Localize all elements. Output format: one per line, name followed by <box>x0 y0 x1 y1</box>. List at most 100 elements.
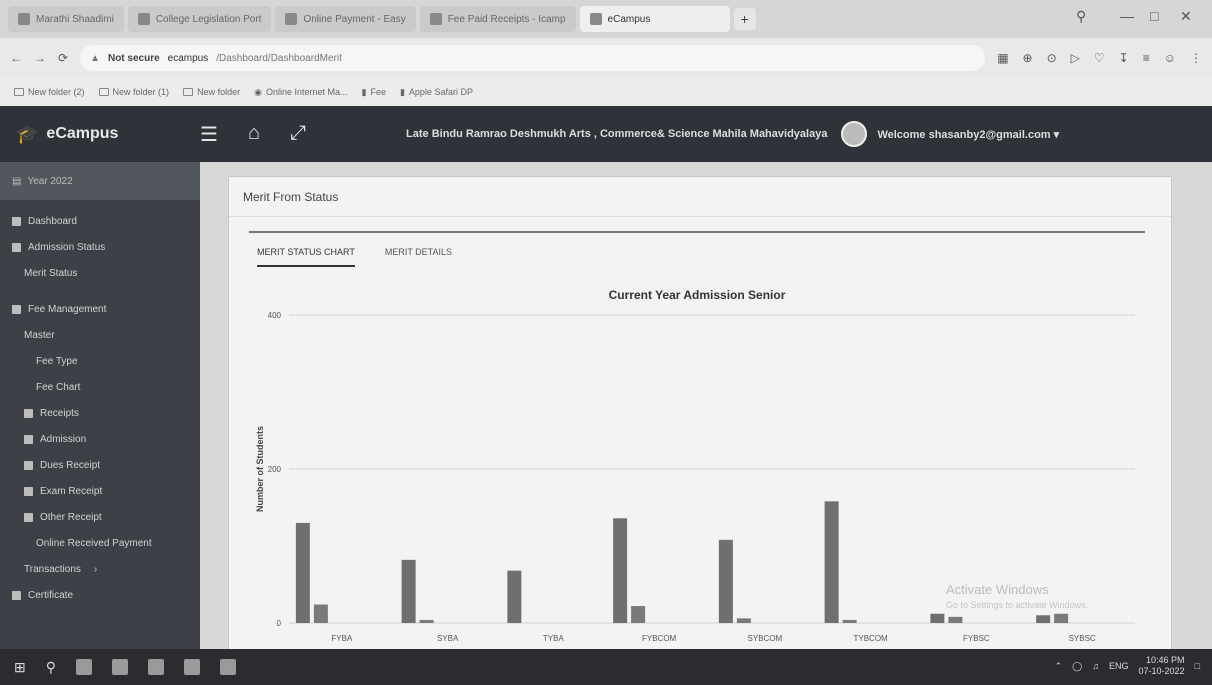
brand-name: eCampus <box>46 125 119 142</box>
chevron-up-icon[interactable]: ⌃ <box>1055 661 1063 672</box>
browser-tab[interactable]: College Legislation Port <box>127 6 272 32</box>
play-icon[interactable]: ▷ <box>1071 51 1080 65</box>
tab-favicon-icon <box>137 13 150 25</box>
chart-bar <box>930 613 945 623</box>
fullscreen-icon[interactable]: ⤢ <box>290 122 306 147</box>
brand-logo[interactable]: 🎓 eCampus <box>0 124 200 145</box>
menu-icon[interactable]: ⋮ <box>1190 51 1202 65</box>
sidebar-item-receipts[interactable]: Receipts <box>0 400 200 426</box>
app-icon[interactable] <box>220 659 236 675</box>
sidebar-item-dashboard[interactable]: Dashboard <box>0 208 200 234</box>
browser-tab-strip: Marathi Shaadimi College Legislation Por… <box>0 0 1212 38</box>
tab-merit-details[interactable]: MERIT DETAILS <box>385 247 452 267</box>
extension-icon[interactable]: ⊙ <box>1047 51 1057 65</box>
bookmark-item[interactable]: ◉ Online Internet Ma... <box>254 87 347 98</box>
language-indicator[interactable]: ENG <box>1109 661 1129 671</box>
chart-bar <box>401 559 416 623</box>
windows-start-icon[interactable]: ⊞ <box>14 659 26 676</box>
bookmark-item[interactable]: New folder (2) <box>14 87 85 97</box>
exam-icon <box>24 486 33 496</box>
reader-icon[interactable]: ▦ <box>997 51 1008 65</box>
folder-icon <box>14 88 24 96</box>
sidebar-item-admission-status[interactable]: Admission Status <box>0 234 200 260</box>
x-tick-label: SYBA <box>437 634 459 643</box>
url-field[interactable]: ▲ Not secure ecampus /Dashboard/Dashboar… <box>80 45 986 71</box>
browser-tab[interactable]: Marathi Shaadimi <box>8 6 124 32</box>
sidebar-item-other-receipt[interactable]: Other Receipt <box>0 504 200 530</box>
chart-title: Current Year Admission Senior <box>609 288 786 302</box>
volume-icon[interactable]: ♫ <box>1092 661 1099 671</box>
search-icon[interactable]: ⚲ <box>46 659 56 676</box>
y-tick-label: 200 <box>268 465 282 474</box>
bookmark-item[interactable]: ▮ Fee <box>362 87 386 98</box>
sidebar-item-transactions[interactable]: Transactions › <box>0 556 200 582</box>
notification-icon[interactable]: □ <box>1195 661 1200 671</box>
forward-icon[interactable]: → <box>34 51 46 65</box>
bookmarks-bar: New folder (2) New folder (1) New folder… <box>0 78 1212 106</box>
zoom-icon[interactable]: ⊕ <box>1023 51 1033 65</box>
app-icon[interactable] <box>184 659 200 675</box>
back-icon[interactable]: ← <box>10 51 22 65</box>
clock[interactable]: 10:46 PM 07-10-2022 <box>1139 655 1185 677</box>
fee-icon <box>12 304 21 314</box>
profile-icon[interactable]: ☺ <box>1164 51 1176 65</box>
sidebar-item-master[interactable]: Master <box>0 322 200 348</box>
x-tick-label: FYBCOM <box>642 634 677 643</box>
bookmark-item[interactable]: ▮ Apple Safari DP <box>400 87 473 98</box>
app-icon[interactable] <box>148 659 164 675</box>
y-tick-label: 400 <box>268 311 282 320</box>
network-icon[interactable]: ◯ <box>1072 661 1082 672</box>
x-tick-label: TYBCOM <box>854 634 889 643</box>
tab-merit-status-chart[interactable]: MERIT STATUS CHART <box>257 247 355 267</box>
taskbar: ⊞ ⚲ ⌃ ◯ ♫ ENG 10:46 PM 07-10-2022 □ <box>0 649 1212 685</box>
close-icon[interactable]: ✕ <box>1180 8 1192 25</box>
sidebar-item-merit-status[interactable]: Merit Status <box>0 260 200 286</box>
maximize-icon[interactable]: □ <box>1150 8 1158 24</box>
other-receipt-icon <box>24 512 33 522</box>
sidebar-item-dues-receipt[interactable]: Dues Receipt <box>0 452 200 478</box>
folder-icon <box>183 88 194 96</box>
minimize-icon[interactable]: — <box>1120 8 1134 24</box>
warning-icon: ▲ <box>90 52 100 64</box>
year-selector[interactable]: ▤ Year 2022 <box>0 162 200 200</box>
sidebar-item-fee-management[interactable]: Fee Management <box>0 296 200 322</box>
edge-icon[interactable] <box>76 659 92 675</box>
sidebar-item-fee-chart[interactable]: Fee Chart <box>0 374 200 400</box>
browser-tab-active[interactable]: eCampus <box>579 6 730 32</box>
mail-icon[interactable] <box>112 659 128 675</box>
sidebar-item-fee-type[interactable]: Fee Type <box>0 348 200 374</box>
new-tab-button[interactable]: + <box>733 8 756 30</box>
x-tick-label: TYBA <box>543 634 565 643</box>
y-axis-label: Number of Students <box>255 426 265 512</box>
tab-favicon-icon <box>18 13 30 25</box>
collections-icon[interactable]: ≡ <box>1143 51 1150 65</box>
chart-bar <box>419 619 434 623</box>
sidebar-item-online-received-payment[interactable]: Online Received Payment <box>0 530 200 556</box>
download-icon[interactable]: ↧ <box>1119 51 1129 65</box>
chart-bar <box>824 501 839 623</box>
browser-tab[interactable]: Online Payment - Easy <box>275 6 416 32</box>
url-path: /Dashboard/DashboardMerit <box>216 52 342 64</box>
chart-bar <box>718 539 733 623</box>
chart-bar <box>736 618 751 623</box>
avatar[interactable] <box>841 121 868 147</box>
hamburger-menu-icon[interactable]: ☰ <box>200 122 218 147</box>
browser-tab[interactable]: Fee Paid Receipts - Icamp <box>419 6 576 32</box>
search-icon[interactable]: ⚲ <box>1076 8 1086 25</box>
bookmark-icon: ▮ <box>399 86 405 97</box>
sidebar-item-admission[interactable]: Admission <box>0 426 200 452</box>
reload-icon[interactable]: ⟳ <box>58 51 68 65</box>
home-icon[interactable]: ⌂ <box>248 122 260 147</box>
bookmark-item[interactable]: New folder <box>183 87 240 97</box>
favorite-icon[interactable]: ♡ <box>1094 51 1105 65</box>
sidebar-item-exam-receipt[interactable]: Exam Receipt <box>0 478 200 504</box>
bookmark-item[interactable]: New folder (1) <box>98 87 169 97</box>
chart-bar <box>948 616 963 623</box>
user-menu[interactable]: Welcome shasanby2@gmail.com ▾ <box>877 128 1059 141</box>
sidebar-item-certificate[interactable]: Certificate <box>0 582 200 608</box>
chart-bar <box>295 522 310 623</box>
chart-bar <box>313 604 328 623</box>
clock-time: 10:46 PM <box>1146 655 1185 665</box>
activate-windows-title: Activate Windows <box>946 582 1049 597</box>
system-tray: ⌃ ◯ ♫ ENG 10:46 PM 07-10-2022 □ <box>1055 655 1200 677</box>
